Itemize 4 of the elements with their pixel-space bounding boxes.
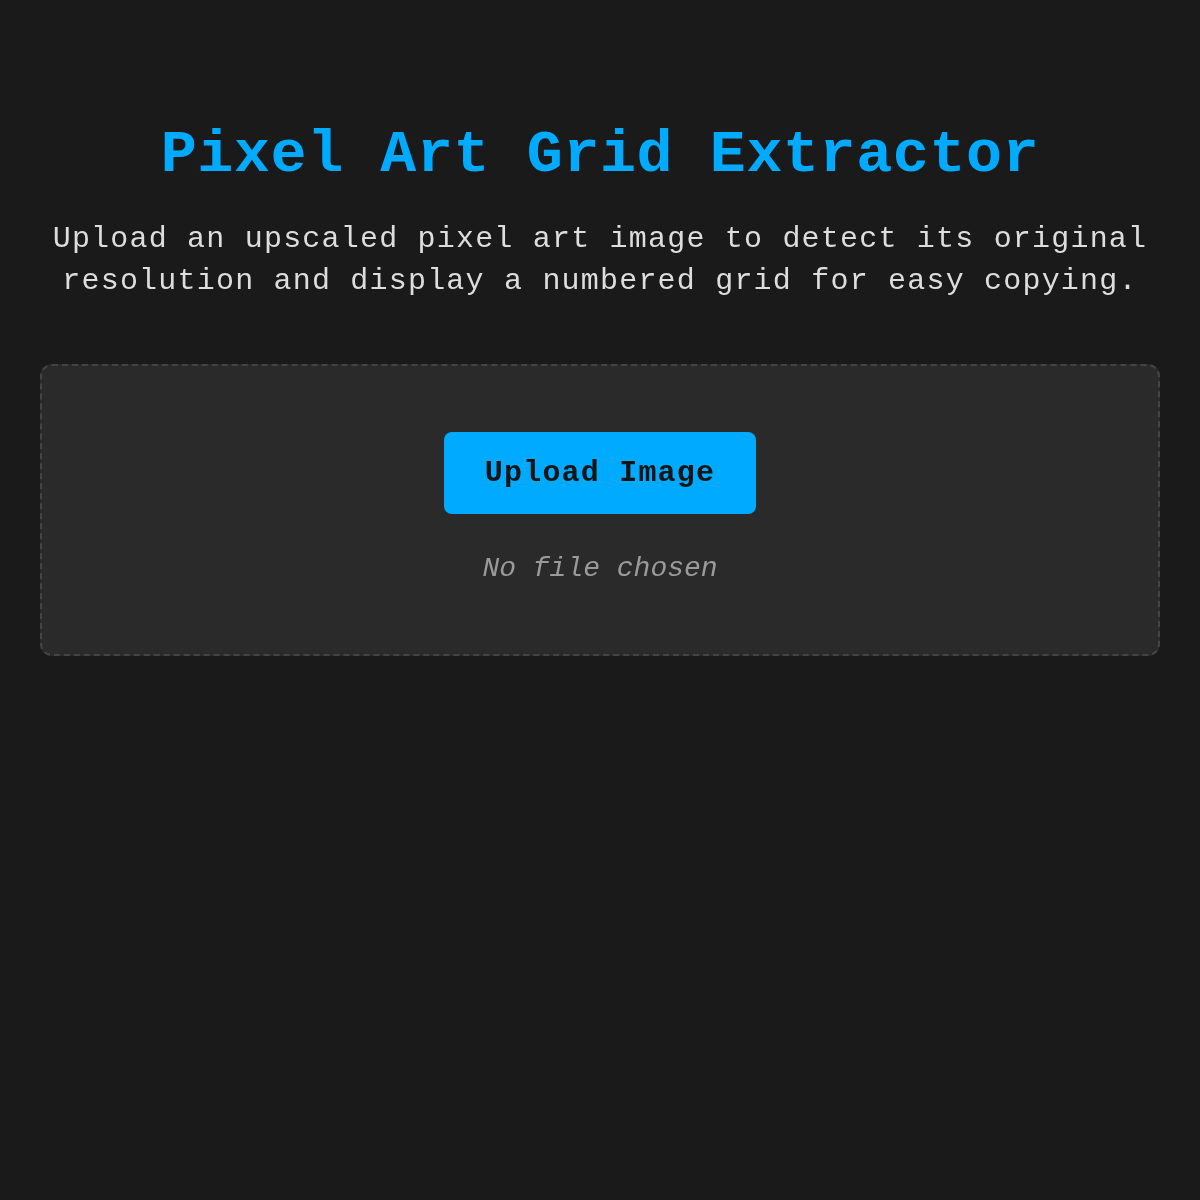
page-title: Pixel Art Grid Extractor [159,120,1041,191]
upload-image-button[interactable]: Upload Image [444,432,756,514]
page-description: Upload an upscaled pixel art image to detect its original resolution and display a numbered grid for easy copying. [51,221,1149,300]
file-status-text: No file chosen [482,552,718,586]
